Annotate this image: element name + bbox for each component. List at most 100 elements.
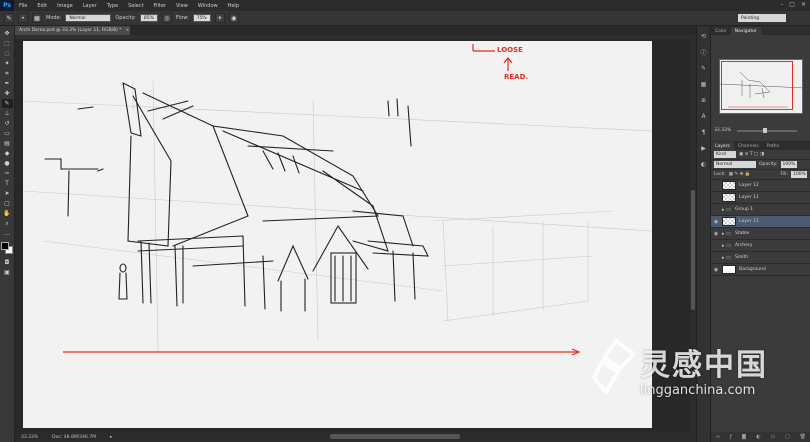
shape-tool-icon[interactable]: ▢ [2,199,13,208]
menu-window[interactable]: Window [193,3,223,9]
pressure-size-icon[interactable]: ◉ [228,13,239,23]
navigator-view-box[interactable] [721,61,793,110]
mask-icon[interactable]: ◙ [742,434,747,440]
zoom-level[interactable]: 33.33% [21,435,38,440]
brush-size-icon[interactable]: • [18,13,28,23]
brush-tool-icon[interactable]: ✎ [1,99,13,108]
maximize-icon[interactable]: □ [789,1,795,8]
adjustments-panel-icon[interactable]: ◐ [699,160,708,169]
lasso-tool-icon[interactable]: ◌ [2,49,13,58]
layer-row[interactable]: ▸ ▭ Group 1 [711,204,810,216]
airbrush-icon[interactable]: ✈ [214,13,225,23]
path-select-tool-icon[interactable]: ➤ [2,189,13,198]
menu-layer[interactable]: Layer [78,3,102,9]
document-tab[interactable]: Archi Demo.psd @ 33.3% (Layer 11, RGB/8)… [15,26,130,35]
type-tool-icon[interactable]: T [2,179,13,188]
screen-mode-icon[interactable]: ▣ [2,268,13,277]
flow-field[interactable]: 75% [192,14,211,22]
info-panel-icon[interactable]: ⓘ [699,48,708,57]
layer-row[interactable]: ◉ Layer 11 [711,216,810,228]
fx-icon[interactable]: ƒ [730,434,732,440]
blur-tool-icon[interactable]: ◆ [2,149,13,158]
tab-navigator[interactable]: Navigator [730,27,761,35]
character-panel-icon[interactable]: A [699,112,708,121]
horizontal-scroll-thumb[interactable] [330,434,460,439]
minimize-icon[interactable]: – [780,1,783,8]
tab-close-icon[interactable]: × [126,28,130,33]
brush-panel-icon[interactable]: ✎ [699,64,708,73]
lock-icons[interactable]: ▦ ✎ ✥ 🔒 [729,172,751,177]
link-icon[interactable]: ∞ [716,434,720,440]
zoom-tool-icon[interactable]: ⌕ [2,219,13,228]
tab-layers[interactable]: Layers [711,142,734,150]
group-arrow-icon[interactable]: ▸ ▭ [722,231,732,237]
folder-icon[interactable]: ▭ [770,434,775,440]
marquee-tool-icon[interactable]: ⬚ [2,39,13,48]
move-tool-icon[interactable]: ✥ [2,29,13,38]
new-layer-icon[interactable]: ▢ [785,434,790,440]
clone-source-icon[interactable]: ⊕ [699,96,708,105]
navigator-zoom-knob[interactable] [763,128,767,133]
tab-color[interactable]: Color [711,27,731,35]
quick-select-tool-icon[interactable]: ✦ [2,59,13,68]
actions-panel-icon[interactable]: ▶ [699,144,708,153]
tab-channels[interactable]: Channels [734,142,763,150]
status-arrow-icon[interactable]: ▸ [110,435,112,440]
hand-tool-icon[interactable]: ✋ [2,209,13,218]
eye-icon[interactable]: ◉ [713,219,719,225]
group-arrow-icon[interactable]: ▸ ▭ [722,243,732,249]
menu-filter[interactable]: Filter [149,3,171,9]
quick-mask-icon[interactable]: ◘ [2,258,13,267]
brush-panel-icon[interactable]: ▦ [32,13,42,23]
eye-icon[interactable]: ◉ [713,231,719,237]
close-icon[interactable]: ✕ [801,1,806,8]
layer-opacity-field[interactable]: 100% [780,161,797,168]
eye-icon[interactable]: ◉ [713,267,719,273]
mode-select[interactable]: Normal [65,14,112,22]
layer-row[interactable]: ◉ ▸ ▭ Stable [711,228,810,240]
navigator-zoom[interactable]: 33.33% [714,128,731,133]
blend-mode-select[interactable]: Normal [714,161,756,168]
group-arrow-icon[interactable]: ▸ ▭ [722,207,732,213]
tab-paths[interactable]: Paths [763,142,783,150]
layer-row[interactable]: ▸ ▭ Archery [711,240,810,252]
dodge-tool-icon[interactable]: ● [2,159,13,168]
trash-icon[interactable]: 🗑 [800,434,806,440]
menu-help[interactable]: Help [223,3,244,9]
brush-presets-icon[interactable]: ▦ [699,80,708,89]
layer-row[interactable]: ▸ ▭ Smith [711,252,810,264]
color-swatches[interactable] [1,242,13,254]
menu-select[interactable]: Select [123,3,148,9]
layer-row[interactable]: Layer 12 [711,180,810,192]
crop-tool-icon[interactable]: ⌗ [2,69,13,78]
layer-row[interactable]: ◉ Background [711,264,810,276]
pen-tool-icon[interactable]: ✑ [2,169,13,178]
foreground-color-swatch[interactable] [1,242,9,250]
canvas[interactable]: LOOSE READ. [22,41,653,428]
navigator-zoom-slider[interactable] [737,130,797,132]
vertical-scroll-thumb[interactable] [691,190,695,310]
eraser-tool-icon[interactable]: ▭ [2,129,13,138]
healing-tool-icon[interactable]: ✚ [2,89,13,98]
menu-view[interactable]: View [171,3,193,9]
eyedropper-tool-icon[interactable]: ✒ [2,79,13,88]
pressure-opacity-icon[interactable]: ◎ [161,13,172,23]
more-tools-icon[interactable]: … [2,229,13,238]
fill-field[interactable]: 100% [791,171,807,178]
paragraph-panel-icon[interactable]: ¶ [699,128,708,137]
filter-icons[interactable]: ▣ ⊘ T ▢ ◨ [739,152,764,157]
stamp-tool-icon[interactable]: ⊥ [2,109,13,118]
gradient-tool-icon[interactable]: ▤ [2,139,13,148]
history-panel-icon[interactable]: ⟲ [699,32,708,41]
workspace-select[interactable]: Painting [738,14,786,22]
adjust-icon[interactable]: ◐ [756,434,760,440]
group-arrow-icon[interactable]: ▸ ▭ [722,255,732,261]
kind-filter-select[interactable]: Kind [714,151,736,158]
layer-row[interactable]: Layer 11 [711,192,810,204]
menu-type[interactable]: Type [102,3,123,9]
menu-edit[interactable]: Edit [32,3,52,9]
history-brush-tool-icon[interactable]: ↺ [2,119,13,128]
brush-preset-icon[interactable]: ✎ [4,13,14,23]
opacity-field[interactable]: 85% [139,14,158,22]
menu-image[interactable]: Image [52,3,78,9]
